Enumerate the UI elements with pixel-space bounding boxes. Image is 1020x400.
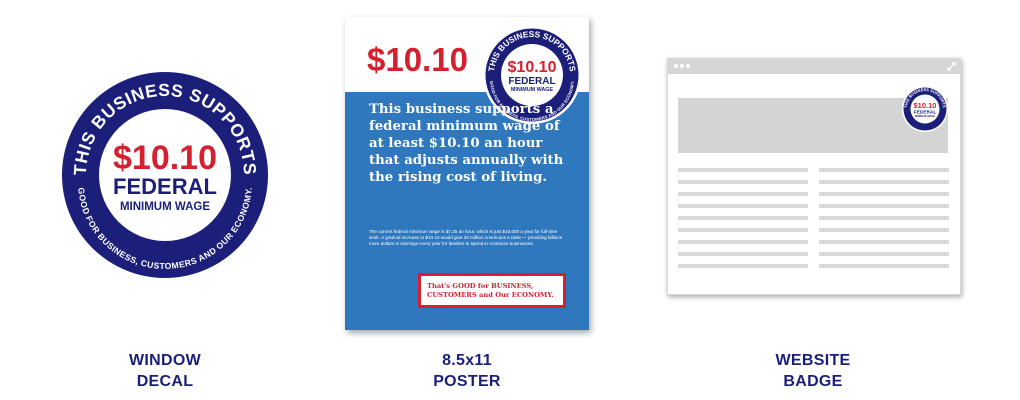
text-line-placeholder — [678, 180, 808, 184]
poster-seal-federal: FEDERAL — [508, 76, 555, 87]
window-dot-icon — [680, 64, 684, 68]
window-decal-seal: THIS BUSINESS SUPPORTS GOOD FOR BUSINESS… — [62, 72, 268, 278]
poster-price: $10.10 — [367, 41, 468, 78]
poster-seal-minimum-wage: MINIMUM WAGE — [511, 87, 554, 93]
text-line-placeholder — [819, 264, 949, 268]
browser-mockup: THIS BUSINESS SUPPORTS $10.10 FEDERAL MI… — [667, 58, 961, 295]
website-badge-caption: WEBSITE BADGE — [743, 350, 883, 392]
text-line-placeholder — [678, 168, 808, 172]
badge-price: $10.10 — [914, 101, 937, 110]
poster-headline: This business supports a federal minimum… — [369, 102, 564, 185]
poster-body: The current federal minimum wage is $7.2… — [369, 229, 563, 247]
text-line-placeholder — [678, 252, 808, 256]
text-line-placeholder — [819, 228, 949, 232]
poster-caption: 8.5x11 POSTER — [397, 350, 537, 392]
text-line-placeholder — [678, 216, 808, 220]
caption-line: POSTER — [433, 373, 501, 390]
poster-footer-box: That's GOOD for BUSINESS, CUSTOMERS and … — [418, 273, 566, 308]
badge-minimum-wage: MINIMUM WAGE — [915, 114, 936, 118]
website-badge-seal: THIS BUSINESS SUPPORTS $10.10 FEDERAL MI… — [902, 86, 948, 132]
text-line-placeholder — [819, 252, 949, 256]
poster-seal-price: $10.10 — [508, 59, 557, 76]
text-line-placeholder — [819, 240, 949, 244]
browser-title-bar — [668, 59, 960, 74]
text-line-placeholder — [678, 240, 808, 244]
text-line-placeholder — [819, 216, 949, 220]
decal-price: $10.10 — [113, 139, 217, 177]
decal-federal: FEDERAL — [113, 174, 217, 199]
caption-line: 8.5x11 — [442, 352, 492, 369]
caption-line: BADGE — [783, 373, 843, 390]
text-line-placeholder — [819, 204, 949, 208]
caption-line: WEBSITE — [775, 352, 851, 369]
text-line-placeholder — [819, 168, 949, 172]
text-line-placeholder — [819, 192, 949, 196]
text-line-placeholder — [678, 264, 808, 268]
caption-line: WINDOW — [128, 352, 201, 369]
decal-minimum-wage: MINIMUM WAGE — [120, 201, 210, 213]
window-decal-caption: WINDOW DECAL — [95, 350, 235, 392]
poster-footer-text: That's GOOD for BUSINESS, CUSTOMERS and … — [427, 282, 554, 299]
caption-line: DECAL — [136, 373, 194, 390]
window-dot-icon — [686, 64, 690, 68]
text-line-placeholder — [678, 204, 808, 208]
text-line-placeholder — [678, 192, 808, 196]
text-line-placeholder — [678, 228, 808, 232]
text-line-placeholder — [819, 180, 949, 184]
window-dot-icon — [674, 64, 678, 68]
expand-icon — [947, 62, 956, 71]
poster: $10.10 THIS BUSINESS SUPPORTS GOOD FOR B… — [345, 17, 589, 330]
